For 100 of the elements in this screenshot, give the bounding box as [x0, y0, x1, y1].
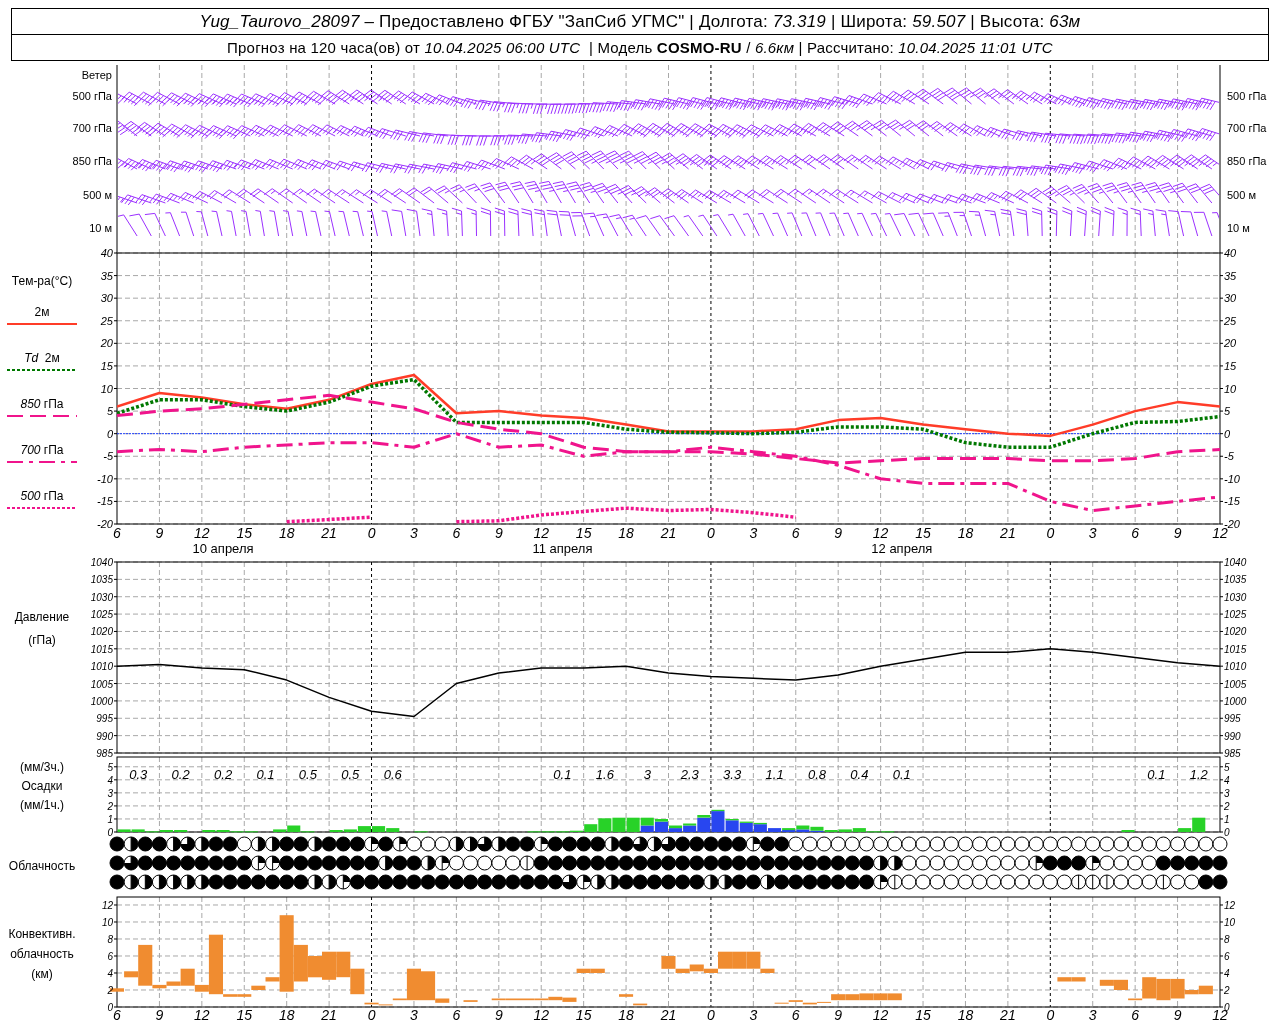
- y-tick-label: 1: [1224, 813, 1230, 825]
- x-tick-label: 9: [834, 1007, 843, 1023]
- y-tick-label: 3: [107, 787, 113, 799]
- precipitation-total: 3.3: [723, 767, 742, 782]
- y-tick-label: 1030: [90, 591, 113, 603]
- x-tick-label: 3: [749, 525, 758, 541]
- y-tick-label: 3: [1224, 787, 1230, 799]
- x-tick-label: 15: [575, 525, 592, 541]
- x-tick-label: 6: [1131, 1007, 1140, 1023]
- precipitation-total: 0.1: [553, 767, 572, 782]
- precipitation-total: 0.5: [341, 767, 360, 782]
- y-tick-label: 1020: [1224, 626, 1247, 638]
- x-tick-label: 12: [194, 1007, 210, 1023]
- y-tick-label: 5: [107, 761, 113, 773]
- x-tick-label: 18: [618, 1007, 634, 1023]
- x-tick-label: 21: [660, 525, 677, 541]
- precipitation-label: (мм/3ч.): [19, 760, 65, 774]
- y-tick-label: 1020: [90, 626, 113, 638]
- x-tick-label: 15: [236, 525, 253, 541]
- y-tick-label: 2: [1224, 985, 1230, 996]
- y-tick-label: 30: [1224, 292, 1237, 305]
- y-tick-label: 30: [100, 292, 113, 305]
- x-tick-label: 12: [872, 1007, 889, 1023]
- x-tick-label: 3: [749, 1007, 758, 1023]
- y-tick-label: 985: [1224, 748, 1241, 759]
- station-title: Yug_Taurovo_28097 – Предоставлено ФГБУ "ЗапСиб УГМС" | Долгота: 73.319 | Широта: 59.507 | Высота: 63м: [199, 11, 1081, 32]
- y-tick-label: 1015: [1224, 643, 1247, 655]
- y-tick-label: 35: [1224, 269, 1237, 282]
- x-tick-label: 6: [1131, 525, 1140, 541]
- y-tick-label: 35: [100, 269, 113, 282]
- x-tick-label: 15: [915, 1007, 931, 1023]
- x-tick-label: 9: [1173, 1007, 1182, 1023]
- y-tick-label: 0: [107, 1002, 113, 1013]
- y-tick-label: 4: [1224, 968, 1230, 979]
- x-tick-label: 12: [872, 525, 889, 541]
- legend-label: Td 2м: [24, 351, 60, 365]
- y-tick-label: 1000: [90, 695, 113, 707]
- level-label: 700 гПа: [72, 122, 112, 134]
- x-tick-label: 0: [367, 1007, 376, 1023]
- convective-label: облачность: [10, 947, 74, 961]
- precipitation-total: 0.2: [171, 767, 190, 782]
- y-tick-label: 990: [1224, 730, 1241, 742]
- y-tick-label: 985: [96, 748, 113, 759]
- precipitation-total: 0.1: [256, 767, 275, 782]
- date-label: 10 апреля: [192, 541, 254, 556]
- x-tick-label: 3: [410, 1007, 418, 1023]
- y-tick-label: 12: [101, 900, 113, 911]
- precipitation-total: 0.8: [807, 767, 827, 782]
- y-tick-label: 15: [100, 359, 113, 372]
- y-tick-label: 990: [96, 730, 113, 742]
- x-tick-label: 9: [834, 525, 843, 541]
- x-tick-label: 3: [1088, 1007, 1097, 1023]
- precipitation-total: 0.2: [214, 767, 233, 782]
- x-tick-label: 6: [452, 1007, 461, 1023]
- y-tick-label: 5: [1224, 761, 1230, 773]
- level-label: 500 м: [1227, 189, 1256, 201]
- x-tick-label: 21: [1000, 1007, 1016, 1023]
- y-tick-label: 2: [107, 800, 113, 812]
- precipitation-total: 3: [643, 767, 651, 782]
- precipitation-total: 1.6: [595, 767, 614, 782]
- x-tick-label: 12: [533, 1007, 549, 1023]
- x-tick-label: 21: [660, 1007, 677, 1023]
- y-tick-label: -5: [103, 450, 113, 463]
- x-tick-label: 6: [113, 1007, 121, 1023]
- level-label: 500 гПа: [1227, 90, 1267, 102]
- precipitation-total: 0.4: [850, 767, 869, 782]
- x-tick-label: 9: [494, 1007, 503, 1023]
- y-tick-label: -10: [97, 472, 113, 485]
- y-tick-label: 4: [1224, 774, 1230, 786]
- x-tick-label: 21: [321, 525, 337, 541]
- x-tick-label: 18: [957, 525, 974, 541]
- forecast-info: Прогноз на 120 часа(ов) от 10.04.2025 06:00 UTC | Модель COSMO-RU / 6.6км | Рассчитано: 10.04.2025 11:01 UTC: [227, 39, 1053, 56]
- y-tick-label: 6: [107, 951, 113, 962]
- legend-label: 700 гПа: [20, 443, 64, 457]
- y-tick-label: 40: [100, 247, 113, 259]
- y-tick-label: 1000: [1224, 695, 1247, 707]
- y-tick-label: 1025: [1224, 609, 1247, 621]
- y-tick-label: -5: [1224, 450, 1234, 463]
- x-tick-label: 3: [410, 525, 418, 541]
- y-tick-label: 1010: [1224, 661, 1247, 673]
- legend-label: 2м: [34, 305, 50, 319]
- precipitation-label: (мм/1ч.): [19, 798, 65, 812]
- y-tick-label: 20: [100, 337, 113, 350]
- precipitation-total: 2.3: [680, 767, 699, 782]
- y-tick-label: 20: [1224, 337, 1237, 350]
- y-tick-label: 1035: [1224, 574, 1247, 586]
- level-label: 10 м: [1227, 222, 1250, 234]
- y-tick-label: -15: [97, 495, 113, 508]
- y-tick-label: 6: [1224, 951, 1230, 962]
- y-tick-label: -15: [1224, 495, 1240, 508]
- precipitation-total: 1.1: [765, 767, 784, 782]
- y-tick-label: 0: [107, 827, 113, 838]
- y-tick-label: 5: [1224, 405, 1231, 418]
- level-label: 850 гПа: [72, 155, 112, 167]
- convective-label: (км): [31, 967, 53, 981]
- y-tick-label: 0: [106, 427, 113, 440]
- y-tick-label: 25: [100, 314, 113, 327]
- precipitation-total: 0.1: [892, 767, 911, 782]
- x-tick-label: 9: [494, 525, 503, 541]
- y-tick-label: 1015: [90, 643, 113, 655]
